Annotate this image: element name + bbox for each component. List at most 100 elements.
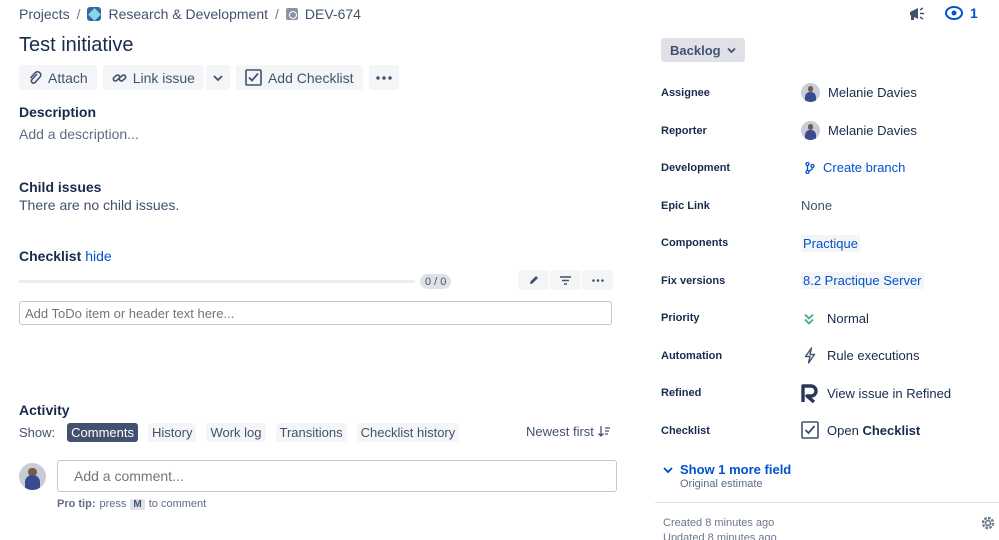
pro-tip-key: M (130, 498, 145, 510)
tab-comments[interactable]: Comments (67, 423, 138, 442)
attach-button[interactable]: Attach (19, 65, 97, 90)
add-checklist-label: Add Checklist (267, 69, 354, 86)
breadcrumb-issue-key[interactable]: DEV-674 (305, 6, 361, 22)
checklist-heading: Checklist (19, 248, 82, 264)
open-checklist-bold: Checklist (862, 422, 921, 438)
more-actions-button[interactable] (368, 65, 399, 90)
activity-show-label: Show: (19, 425, 56, 440)
checklist-header: Checklist hide (19, 248, 112, 264)
field-value-reporter[interactable]: Melanie Davies (801, 121, 917, 140)
checkbox-checked-icon (801, 421, 819, 439)
child-issues-heading: Child issues (19, 179, 102, 195)
activity-heading: Activity (19, 402, 70, 418)
activity-filter-row: Show: Comments History Work log Transiti… (19, 423, 460, 442)
checklist-hide-link[interactable]: hide (85, 248, 111, 264)
issue-toolbar: Attach Link issue Add Checklist (19, 65, 399, 90)
breadcrumb-project[interactable]: Research & Development (108, 6, 268, 22)
project-avatar-icon (87, 7, 102, 21)
link-icon (112, 73, 127, 82)
field-label-automation: Automation (661, 350, 723, 362)
chevron-down-icon (213, 74, 223, 81)
branch-icon (805, 161, 815, 174)
sort-order-button[interactable]: Newest first (526, 424, 610, 439)
field-value-assignee[interactable]: Melanie Davies (801, 83, 917, 102)
refined-logo-icon (801, 384, 818, 403)
status-label: Backlog (670, 42, 721, 58)
checklist-more-button[interactable] (582, 270, 613, 290)
created-timestamp: Created 8 minutes ago (663, 517, 775, 529)
open-checklist-link[interactable]: Open Checklist (801, 421, 920, 439)
field-label-development: Development (661, 162, 731, 174)
fix-version-tag: 8.2 Practique Server (801, 272, 924, 289)
status-dropdown-button[interactable]: Backlog (661, 38, 745, 62)
attach-label: Attach (48, 69, 88, 86)
filter-icon (560, 275, 571, 285)
chevron-down-icon (663, 466, 673, 473)
breadcrumb-separator: / (76, 6, 81, 22)
tab-history[interactable]: History (148, 423, 197, 442)
rule-executions-link[interactable]: Rule executions (804, 347, 920, 364)
child-issues-empty: There are no child issues. (19, 197, 180, 213)
checklist-todo-input[interactable] (19, 301, 612, 325)
avatar (801, 121, 820, 140)
assignee-name: Melanie Davies (828, 85, 917, 100)
breadcrumb-separator: / (275, 6, 279, 22)
field-value-epic-link[interactable]: None (801, 198, 832, 213)
add-checklist-button[interactable]: Add Checklist (235, 65, 363, 90)
field-value-priority[interactable]: Normal (804, 311, 869, 326)
field-label-checklist: Checklist (661, 425, 710, 437)
tab-transitions[interactable]: Transitions (275, 423, 347, 442)
field-label-components: Components (661, 237, 729, 249)
rule-executions-label: Rule executions (827, 348, 920, 363)
field-label-assignee: Assignee (661, 87, 710, 99)
field-label-priority: Priority (661, 312, 700, 324)
chevron-down-icon (726, 47, 736, 53)
link-issue-label: Link issue (132, 69, 195, 86)
link-issue-dropdown-button[interactable] (205, 65, 230, 90)
view-in-refined-link[interactable]: View issue in Refined (801, 384, 951, 403)
comment-input[interactable] (57, 460, 617, 492)
field-value-components[interactable]: Practique (801, 235, 860, 252)
priority-label: Normal (827, 311, 869, 326)
sort-descending-icon (597, 426, 610, 437)
pencil-icon (529, 276, 538, 284)
priority-normal-icon (804, 313, 814, 325)
checklist-progress-bar (19, 280, 415, 283)
divider (655, 502, 999, 503)
tab-work-log[interactable]: Work log (206, 423, 266, 442)
configure-gear-icon[interactable] (980, 515, 996, 534)
tab-checklist-history[interactable]: Checklist history (356, 423, 460, 442)
open-checklist-prefix: Open (827, 422, 859, 438)
create-branch-label: Create branch (823, 160, 906, 175)
feedback-megaphone-icon[interactable] (908, 5, 926, 26)
checkbox-checked-icon (245, 69, 262, 86)
pro-tip-prefix: Pro tip: (57, 498, 96, 510)
lightning-bolt-icon (804, 347, 816, 364)
field-label-reporter: Reporter (661, 125, 707, 137)
watchers-count: 1 (970, 5, 978, 21)
description-field[interactable]: Add a description... (19, 126, 139, 142)
pro-tip-suffix: to comment (148, 498, 207, 510)
paperclip-icon (29, 70, 42, 84)
field-value-fix-versions[interactable]: 8.2 Practique Server (801, 272, 924, 289)
checklist-progress-count: 0 / 0 (420, 274, 452, 289)
checklist-edit-button[interactable] (518, 270, 549, 290)
hidden-field-name: Original estimate (680, 478, 763, 490)
eye-icon (945, 6, 963, 20)
breadcrumb-projects[interactable]: Projects (19, 6, 70, 22)
show-more-fields-button[interactable]: Show 1 more field (663, 462, 791, 477)
more-icon (375, 75, 392, 80)
pro-tip-press: press (99, 498, 127, 510)
field-label-epic-link: Epic Link (661, 200, 710, 212)
watchers-button[interactable]: 1 (945, 5, 978, 21)
updated-timestamp: Updated 8 minutes ago (663, 532, 777, 540)
issue-title[interactable]: Test initiative (19, 34, 134, 57)
field-label-fix-versions: Fix versions (661, 275, 726, 287)
create-branch-link[interactable]: Create branch (805, 160, 905, 175)
more-icon (591, 278, 604, 282)
reporter-name: Melanie Davies (828, 123, 917, 138)
link-issue-button[interactable]: Link issue (102, 65, 204, 90)
sort-order-label: Newest first (526, 424, 594, 439)
field-label-refined: Refined (661, 387, 702, 399)
checklist-filter-button[interactable] (550, 270, 581, 290)
